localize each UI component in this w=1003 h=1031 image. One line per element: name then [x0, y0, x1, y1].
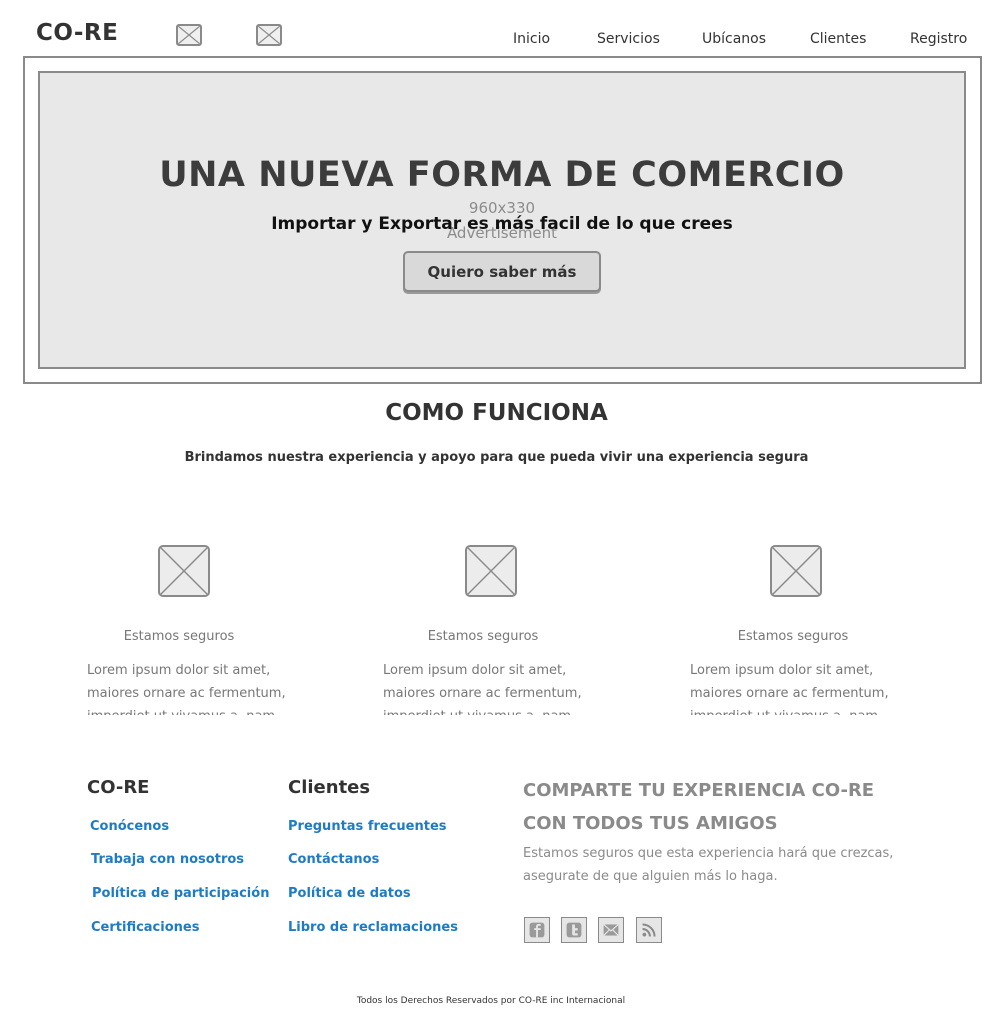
image-placeholder-icon — [176, 24, 202, 46]
footer-link-conocenos[interactable]: Conócenos — [90, 819, 169, 834]
feature-title: Estamos seguros — [123, 629, 235, 644]
section-subtitle: Brindamos nuestra experiencia y apoyo pa… — [184, 450, 809, 465]
footer-link-preguntas[interactable]: Preguntas frecuentes — [288, 819, 447, 834]
footer-link-politica-participacion[interactable]: Política de participación — [92, 886, 269, 901]
feature-text: Lorem ipsum dolor sit amet, maiores orna… — [383, 663, 582, 715]
footer-col-title: CO-RE — [87, 777, 150, 798]
footer-link-certificaciones[interactable]: Certificaciones — [91, 920, 199, 935]
share-title: COMPARTE TU EXPERIENCIA CO-RE CON TODOS … — [523, 780, 875, 834]
rss-icon[interactable] — [636, 917, 662, 943]
share-text: Estamos seguros que esta experiencia har… — [523, 846, 894, 884]
facebook-icon[interactable] — [524, 917, 550, 943]
copyright: Todos los Derechos Reservados por CO-RE … — [356, 996, 626, 1006]
footer-link-reclamaciones[interactable]: Libro de reclamaciones — [288, 920, 458, 935]
hero-subtitle: Importar y Exportar es más facil de lo q… — [271, 214, 733, 234]
nav-ubicanos[interactable]: Ubícanos — [702, 31, 766, 47]
footer-link-contactanos[interactable]: Contáctanos — [288, 852, 379, 867]
site-logo[interactable]: CO-RE — [36, 20, 118, 46]
feature-text: Lorem ipsum dolor sit amet, maiores orna… — [690, 663, 889, 715]
image-placeholder-icon — [158, 545, 210, 597]
hero-title: UNA NUEVA FORMA DE COMERCIO — [159, 155, 845, 195]
footer-link-politica-datos[interactable]: Política de datos — [288, 886, 411, 901]
image-placeholder-icon — [465, 545, 517, 597]
feature-title: Estamos seguros — [427, 629, 539, 644]
nav-inicio[interactable]: Inicio — [513, 31, 550, 47]
section-title: COMO FUNCIONA — [385, 400, 608, 426]
feature-title: Estamos seguros — [737, 629, 849, 644]
feature-text: Lorem ipsum dolor sit amet, maiores orna… — [87, 663, 286, 715]
learn-more-button[interactable]: Quiero saber más — [403, 251, 601, 292]
image-placeholder-icon — [770, 545, 822, 597]
nav-registro[interactable]: Registro — [910, 31, 967, 47]
email-icon[interactable] — [598, 917, 624, 943]
footer-col-title: Clientes — [288, 777, 371, 798]
twitter-icon[interactable] — [561, 917, 587, 943]
nav-clientes[interactable]: Clientes — [810, 31, 866, 47]
nav-servicios[interactable]: Servicios — [597, 31, 660, 47]
image-placeholder-icon — [256, 24, 282, 46]
footer-link-trabaja[interactable]: Trabaja con nosotros — [91, 852, 244, 867]
